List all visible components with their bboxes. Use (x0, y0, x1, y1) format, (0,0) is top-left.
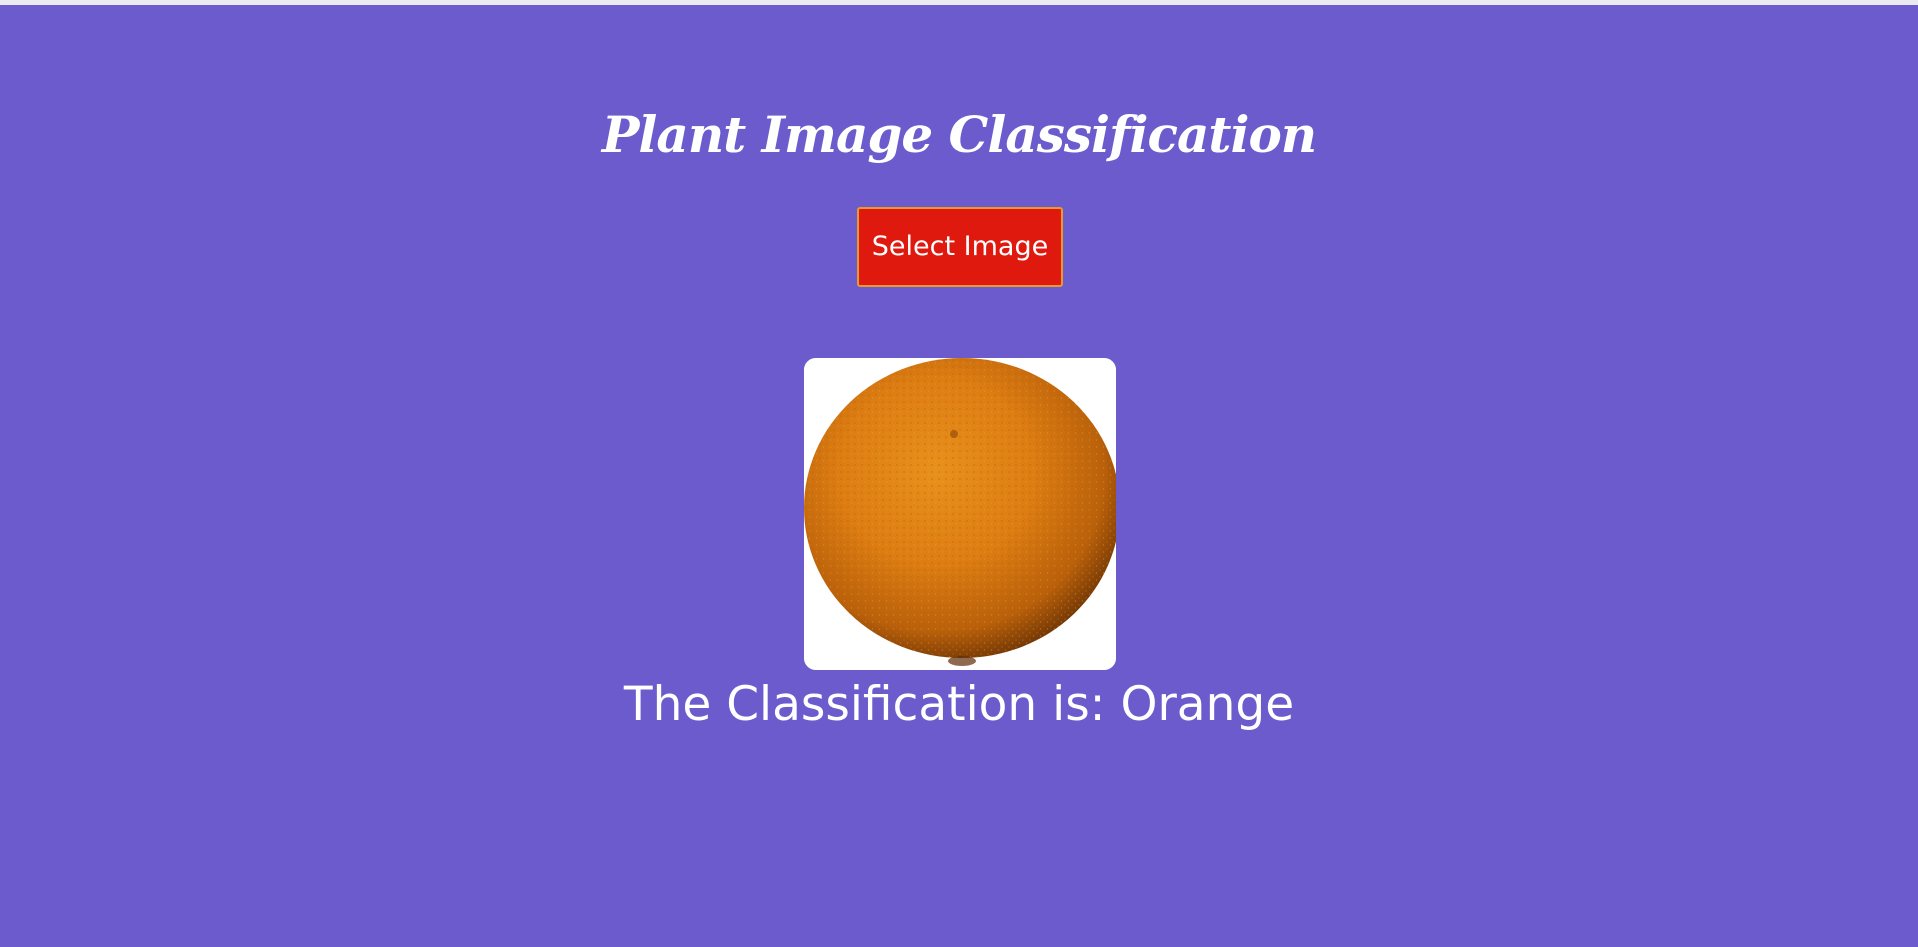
image-preview (804, 358, 1116, 670)
classification-result: The Classification is: Orange (623, 677, 1295, 732)
top-border (0, 0, 1918, 5)
select-image-button[interactable]: Select Image (857, 207, 1063, 287)
orange-image (804, 358, 1116, 670)
page-title: Plant Image Classification (601, 105, 1317, 164)
